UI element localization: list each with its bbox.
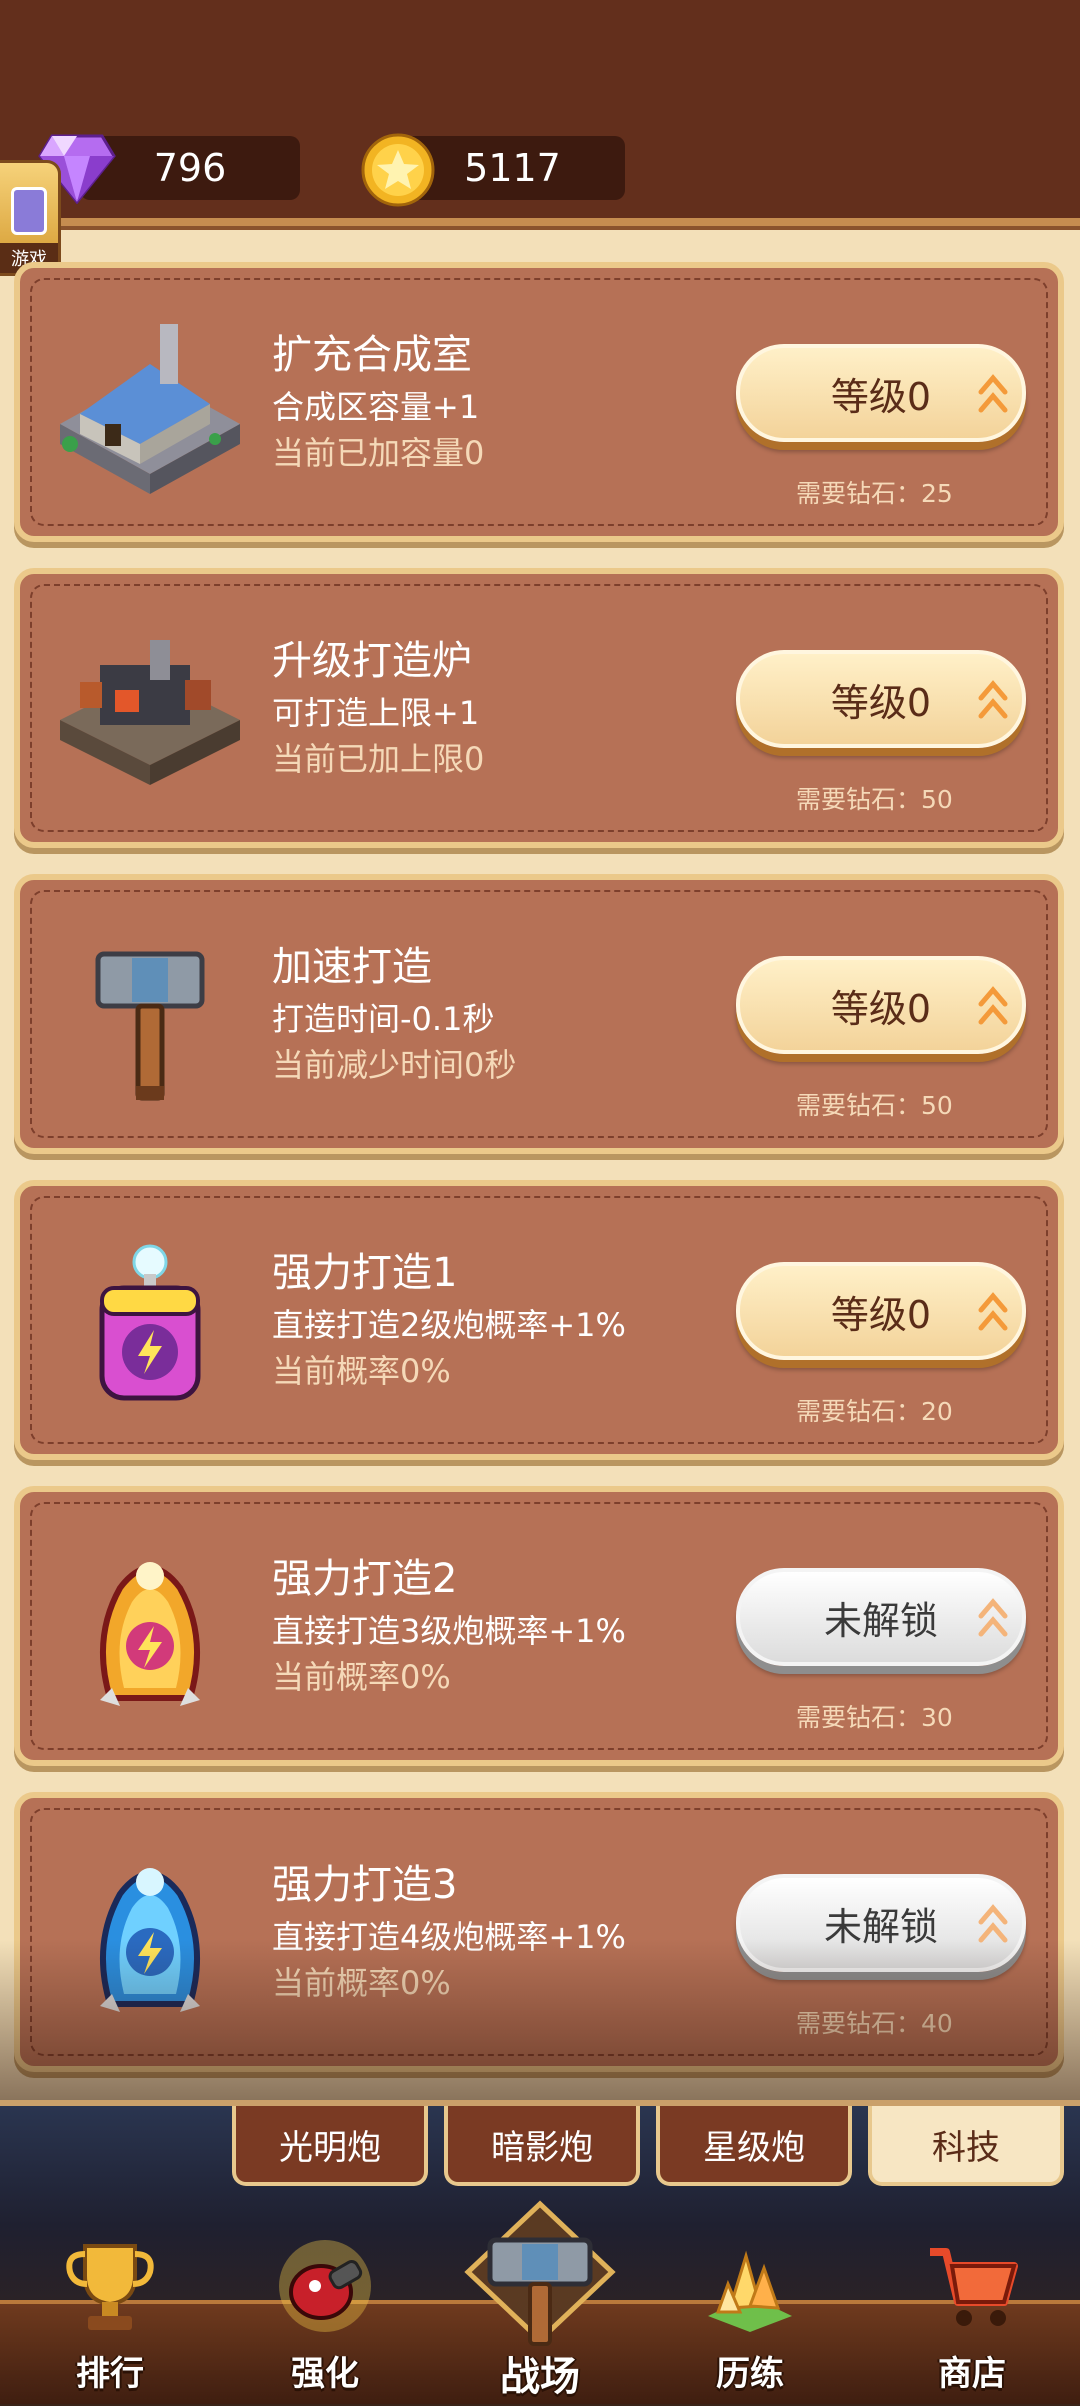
diamond-cost: 需要钻石：25 [796,479,953,508]
upgrade-description: 打造时间-0.1秒 [272,1000,495,1038]
upgrade-current-value: 当前减少时间0秒 [272,1046,517,1084]
upgrade-title: 强力打造3 [272,1862,458,1908]
double-chevron-up-icon [978,1904,1008,1943]
nav-label: 历练 [716,2354,784,2394]
upgrade-title: 加速打造 [272,944,432,990]
level-button-label: 等级0 [830,986,932,1031]
level-button-label: 等级0 [830,374,932,419]
upgrade-level-button[interactable]: 等级0 [736,344,1026,442]
shopping-cart-icon [930,2248,1018,2326]
trophy-icon [66,2244,154,2330]
subtab-label: 暗影炮 [491,2127,593,2168]
upgrade-locked-button[interactable]: 未解锁 [736,1874,1026,1972]
gem-count: 796 [153,146,227,190]
upgrade-locked-button[interactable]: 未解锁 [736,1568,1026,1666]
nav-rank[interactable]: 排行 [40,2236,180,2400]
upgrade-current-value: 当前概率0% [272,1352,451,1390]
upgrade-description: 直接打造2级炮概率+1% [272,1306,626,1344]
hammer-icon [95,951,205,1101]
nav-label: 强化 [291,2354,359,2394]
nav-enhance[interactable]: 强化 [255,2236,395,2400]
upgrade-level-button[interactable]: 等级0 [736,956,1026,1054]
upgrade-title: 强力打造2 [272,1556,458,1602]
upgrade-card: 升级打造炉 可打造上限+1 当前已加上限0 等级0 需要钻石：50 [14,568,1064,848]
upgrade-description: 合成区容量+1 [272,388,480,426]
battle-hammer-icon [464,2200,616,2346]
level-button-label: 未解锁 [823,1904,938,1949]
pink-energy-jar-icon [99,1244,201,1401]
upgrade-description: 直接打造3级炮概率+1% [272,1612,626,1650]
upgrade-card: 强力打造2 直接打造3级炮概率+1% 当前概率0% 未解锁 需要钻石：30 [14,1486,1064,1766]
double-chevron-up-icon [978,1292,1008,1331]
double-chevron-up-icon [978,986,1008,1025]
nav-shop[interactable]: 商店 [902,2236,1042,2400]
upgrade-card: 强力打造1 直接打造2级炮概率+1% 当前概率0% 等级0 需要钻石：20 [14,1180,1064,1460]
diamond-cost: 需要钻石：40 [796,2009,953,2038]
upgrade-title: 强力打造1 [272,1250,458,1296]
upgrade-current-value: 当前已加容量0 [272,434,485,472]
subtab-light-cannon[interactable]: 光明炮 [232,2106,428,2186]
upgrade-card: 强力打造3 直接打造4级炮概率+1% 当前概率0% 未解锁 需要钻石：40 [14,1792,1064,2072]
red-cannon-icon [279,2240,371,2332]
upgrade-description: 可打造上限+1 [272,694,480,732]
upgrade-list[interactable]: 扩充合成室 合成区容量+1 当前已加容量0 等级0 需要钻石：25 升级打造炉 … [0,226,1080,2106]
blue-energy-capsule-icon [99,1868,201,2012]
upgrade-card: 加速打造 打造时间-0.1秒 当前减少时间0秒 等级0 需要钻石：50 [14,874,1064,1154]
diamond-cost: 需要钻石：50 [796,785,953,814]
subtab-shadow-cannon[interactable]: 暗影炮 [444,2106,640,2186]
upgrade-current-value: 当前已加上限0 [272,740,485,778]
upgrade-level-button[interactable]: 等级0 [736,1262,1026,1360]
subtab-label: 光明炮 [279,2127,381,2168]
diamond-cost: 需要钻石：30 [796,1703,953,1732]
crystal-mountain-icon [708,2250,792,2332]
upgrade-title: 扩充合成室 [272,332,472,378]
level-button-label: 未解锁 [823,1598,938,1643]
subtab-tech[interactable]: 科技 [868,2106,1064,2186]
double-chevron-up-icon [978,374,1008,413]
diamond-cost: 需要钻石：20 [796,1397,953,1426]
subtab-star-cannon[interactable]: 星级炮 [656,2106,852,2186]
upgrade-level-button[interactable]: 等级0 [736,650,1026,748]
nav-label: 排行 [76,2354,144,2394]
diamond-cost: 需要钻石：50 [796,1091,953,1120]
upgrade-current-value: 当前概率0% [272,1964,451,2002]
level-button-label: 等级0 [830,680,932,725]
gold-energy-capsule-icon [99,1562,201,1706]
upgrade-title: 升级打造炉 [272,638,472,684]
upgrade-current-value: 当前概率0% [272,1658,451,1696]
upgrade-card: 扩充合成室 合成区容量+1 当前已加容量0 等级0 需要钻石：25 [14,262,1064,542]
nav-label: 商店 [938,2354,1006,2394]
coin-count: 5117 [464,146,561,190]
double-chevron-up-icon [978,680,1008,719]
nav-train[interactable]: 历练 [680,2236,820,2400]
nav-label: 战场 [500,2354,580,2400]
double-chevron-up-icon [978,1598,1008,1637]
nav-battle[interactable]: 战场 [450,2200,630,2400]
workshop-building-icon [60,324,240,494]
forge-furnace-icon [60,640,240,785]
gold-coin-icon [361,133,435,207]
upgrade-description: 直接打造4级炮概率+1% [272,1918,626,1956]
subtab-label: 星级炮 [703,2127,805,2168]
level-button-label: 等级0 [830,1292,932,1337]
subtab-label: 科技 [932,2127,1000,2168]
